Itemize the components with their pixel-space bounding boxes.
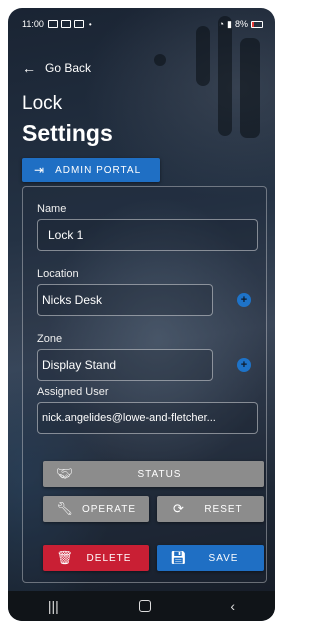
status-label: STATUS — [137, 468, 182, 480]
trash-icon: 🗑︎ — [56, 550, 74, 565]
handshake-icon: 🤝︎ — [56, 466, 74, 481]
assigned-user-label: Assigned User — [37, 386, 109, 398]
login-icon: ⇥ — [34, 163, 46, 177]
operate-button[interactable]: 🔧︎ OPERATE — [43, 496, 149, 522]
zone-label: Zone — [37, 333, 63, 345]
page-title-line1: Lock — [22, 93, 63, 114]
background-decoration — [218, 16, 232, 136]
assigned-user-value: nick.angelides@lowe-and-fletcher... — [42, 412, 216, 424]
go-back-label: Go Back — [45, 61, 92, 75]
wrench-icon: 🔧︎ — [56, 501, 74, 516]
delete-label: DELETE — [86, 552, 132, 564]
operate-label: OPERATE — [81, 503, 137, 515]
background-decoration — [240, 38, 260, 138]
status-bar: 11:00 • ◔ ▮ 8% — [22, 16, 263, 32]
notification-icon — [60, 20, 71, 28]
save-button[interactable]: 💾︎ SAVE — [157, 545, 264, 571]
zone-value: Display Stand — [42, 358, 117, 372]
add-location-button[interactable]: + — [237, 293, 251, 307]
status-button[interactable]: 🤝︎ STATUS — [43, 461, 264, 487]
arrow-left-icon: ← — [22, 60, 36, 76]
page-title-line2: Settings — [22, 120, 113, 146]
delete-button[interactable]: 🗑︎ DELETE — [43, 545, 149, 571]
home-icon[interactable] — [138, 600, 151, 612]
refresh-icon: ⟳ — [173, 501, 185, 516]
more-notifications-icon: • — [88, 19, 92, 29]
system-nav-bar: ||| ‹ — [8, 591, 275, 621]
assigned-user-field[interactable]: nick.angelides@lowe-and-fletcher... — [37, 402, 258, 434]
back-icon[interactable]: ‹ — [230, 598, 235, 614]
reset-button[interactable]: ⟳ RESET — [157, 496, 264, 522]
phone-screen: 11:00 • ◔ ▮ 8% ← Go Back Lock Settings ⇥… — [8, 8, 275, 621]
floppy-disk-icon: 💾︎ — [170, 550, 188, 565]
name-field[interactable]: Lock 1 — [37, 219, 258, 251]
notification-icon — [73, 20, 84, 28]
notification-icon — [47, 20, 58, 28]
plus-icon: + — [240, 293, 248, 306]
location-field[interactable]: Nicks Desk — [37, 284, 213, 316]
location-value: Nicks Desk — [42, 293, 103, 307]
add-zone-button[interactable]: + — [237, 358, 251, 372]
wifi-icon: ◔ — [218, 19, 225, 29]
signal-icon: ▮ — [227, 18, 232, 29]
save-label: SAVE — [208, 552, 239, 564]
zone-field[interactable]: Display Stand — [37, 349, 213, 381]
admin-portal-label: ADMIN PORTAL — [55, 164, 142, 176]
admin-portal-button[interactable]: ⇥ ADMIN PORTAL — [22, 158, 160, 182]
go-back-link[interactable]: ← Go Back — [22, 60, 91, 76]
battery-icon — [251, 20, 263, 28]
battery-level: 8% — [234, 19, 248, 29]
recent-apps-icon[interactable]: ||| — [48, 598, 59, 614]
plus-icon: + — [240, 358, 248, 371]
reset-label: RESET — [204, 503, 243, 515]
background-decoration — [196, 26, 210, 86]
settings-card: Name Lock 1 Location Nicks Desk + Zone D… — [22, 186, 267, 583]
location-label: Location — [37, 268, 79, 280]
name-label: Name — [37, 203, 67, 215]
background-decoration — [154, 54, 166, 66]
status-time: 11:00 — [22, 19, 44, 29]
name-value: Lock 1 — [48, 228, 84, 242]
